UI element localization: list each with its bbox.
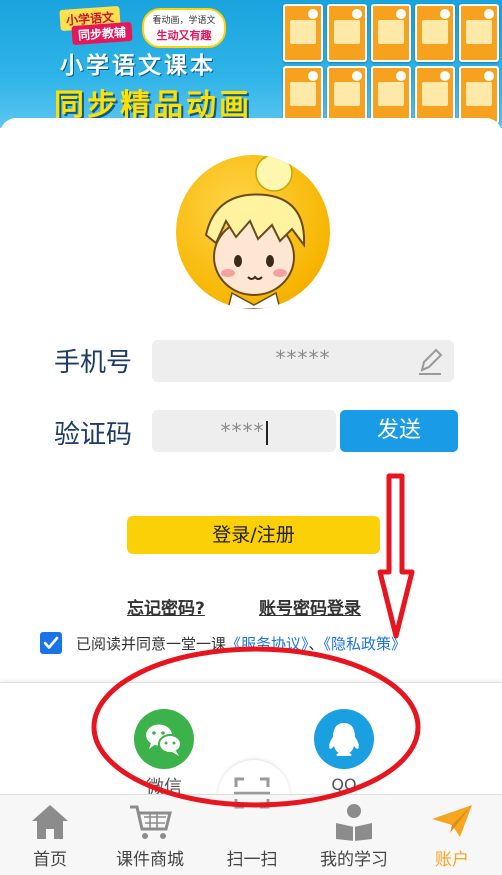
cart-icon: [130, 805, 172, 839]
tab-home[interactable]: 首页: [0, 795, 100, 875]
qq-penguin-icon: [329, 723, 359, 756]
qq-login-button[interactable]: [314, 709, 374, 769]
study-icon: [336, 804, 372, 841]
banner-tag-secondary: 同步教辅: [71, 21, 133, 46]
code-label: 验证码: [54, 420, 133, 450]
send-code-button[interactable]: 发送: [340, 410, 458, 452]
wechat-icon: [146, 724, 182, 756]
pencil-icon: [416, 346, 444, 380]
home-icon: [32, 805, 68, 839]
tab-courseware-mall[interactable]: 课件商城: [100, 795, 200, 875]
tab-account-label: 账户: [435, 850, 469, 870]
verification-code-value: ****: [152, 410, 336, 452]
qq-login-label: QQ: [331, 775, 357, 794]
verification-code-input[interactable]: ****: [152, 410, 336, 452]
tab-scan-label: 扫一扫: [226, 850, 278, 870]
password-login-link[interactable]: 账号密码登录: [259, 594, 361, 619]
tab-home-label: 首页: [33, 850, 67, 870]
paper-plane-icon: [432, 805, 472, 837]
phone-label: 手机号: [54, 348, 133, 378]
banner-ad[interactable]: 小学语文 同步教辅 看动画，学语文 生动又有趣 小学语文课本 同步精品动画: [0, 0, 502, 128]
bottom-tab-bar: 首页 课件商城 扫一扫 我的学习 账户: [0, 777, 502, 875]
agreement-row: 已阅读并同意一堂一课《服务协议》、《隐私政策》: [40, 630, 500, 656]
banner-bubble-line1: 看动画，学语文: [152, 16, 216, 26]
phone-input[interactable]: *****: [152, 340, 454, 382]
service-agreement-link[interactable]: 《服务协议》: [226, 635, 309, 653]
tab-courseware-mall-label: 课件商城: [116, 850, 184, 870]
banner-bubble: 看动画，学语文 生动又有趣: [142, 8, 226, 48]
wechat-login-button[interactable]: [134, 709, 194, 769]
login-register-button[interactable]: 登录/注册: [127, 516, 380, 554]
code-value-text: ****: [220, 419, 265, 443]
tab-my-study[interactable]: 我的学习: [304, 795, 404, 875]
avatar: [176, 155, 330, 309]
textbook-covers-image: [283, 2, 499, 124]
agreement-checkbox[interactable]: [40, 632, 62, 654]
forgot-password-link[interactable]: 忘记密码?: [127, 594, 205, 619]
scan-icon: [234, 777, 270, 809]
banner-headline: 小学语文课本: [60, 53, 216, 79]
tab-account[interactable]: 账户: [402, 795, 502, 875]
banner-bubble-line2: 生动又有趣: [156, 29, 212, 42]
agreement-prefix: 已阅读并同意一堂一课: [76, 635, 227, 653]
privacy-policy-link[interactable]: 《隐私政策》: [324, 635, 407, 653]
tab-my-study-label: 我的学习: [320, 850, 388, 870]
checkmark-icon: [43, 636, 59, 649]
agreement-text: 已阅读并同意一堂一课《服务协议》、《隐私政策》: [76, 633, 406, 654]
tab-scan[interactable]: 扫一扫: [202, 777, 302, 875]
agreement-separator: 、: [308, 635, 324, 653]
phone-input-value: *****: [275, 346, 331, 370]
text-cursor: [265, 420, 268, 445]
